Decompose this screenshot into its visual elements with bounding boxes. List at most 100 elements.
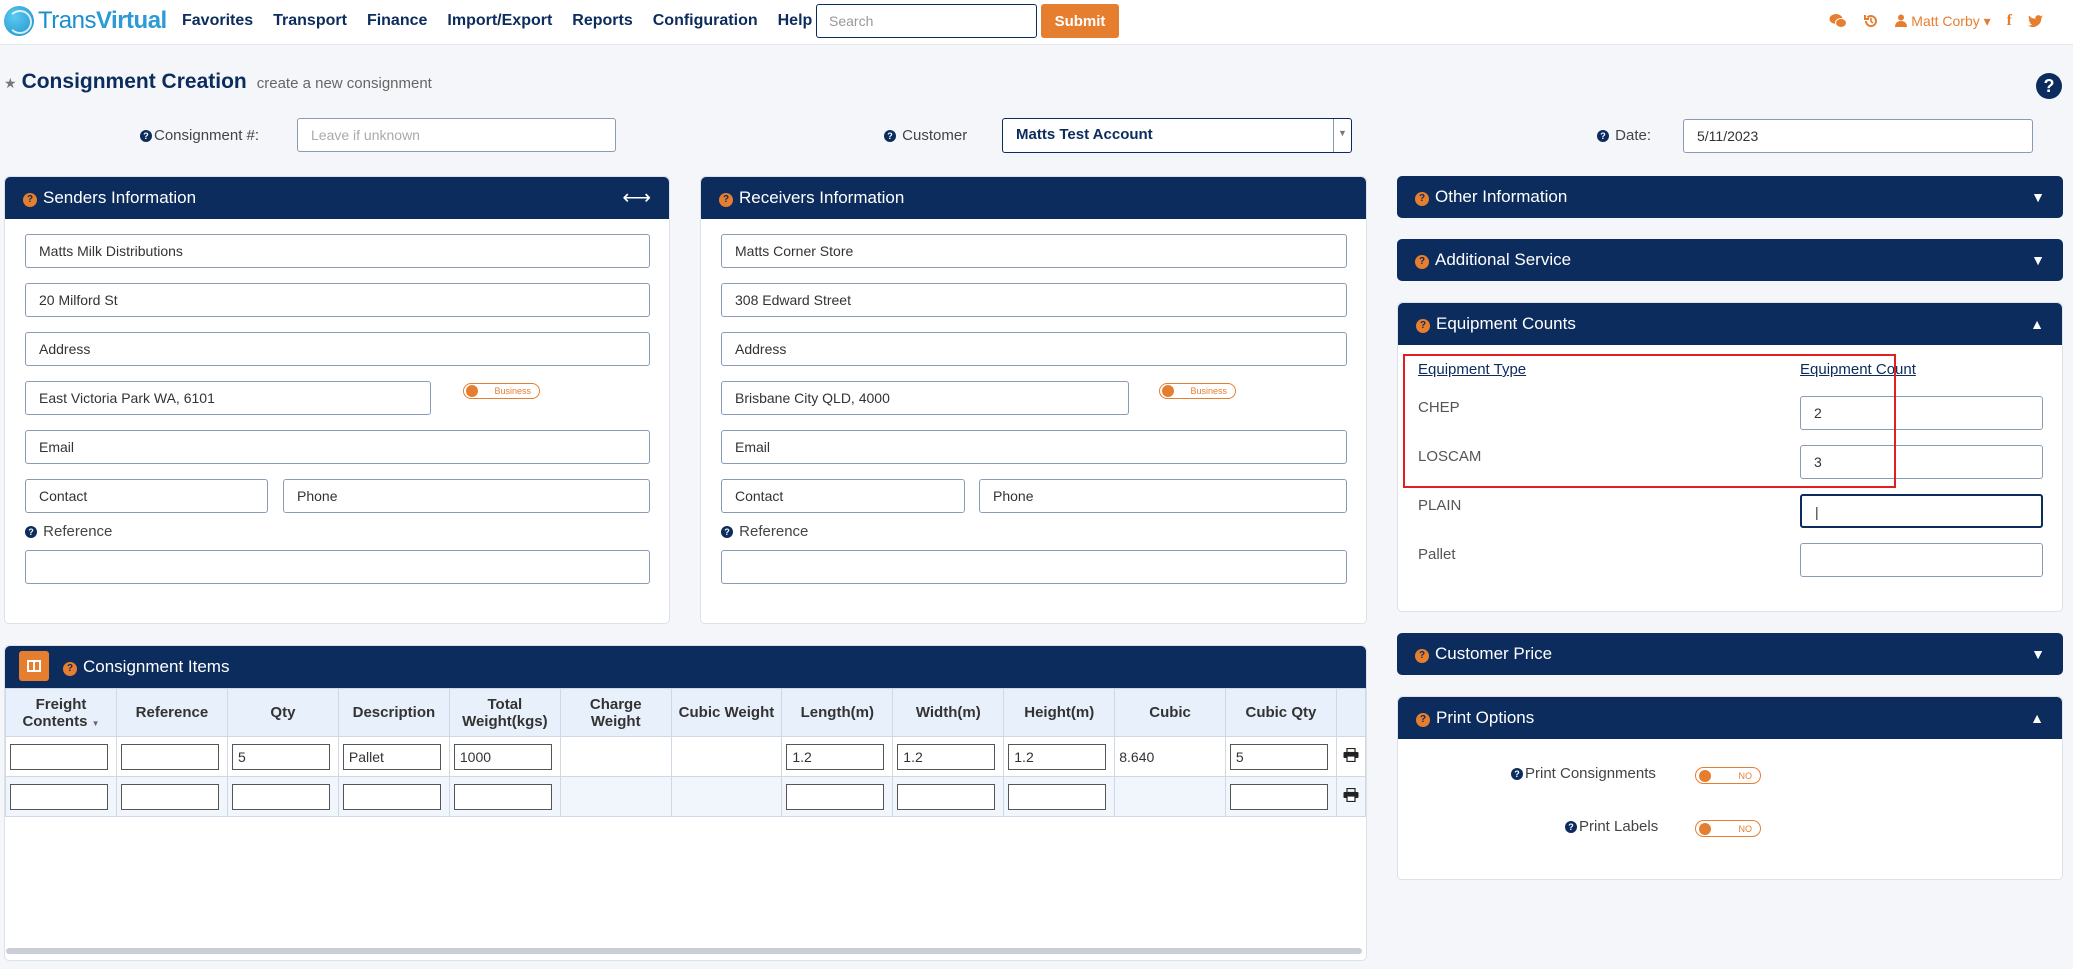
chevron-down-icon[interactable]: ▼ [2031,239,2045,281]
equipment-count-plain[interactable]: | [1800,494,2043,528]
sender-business-toggle[interactable]: Business [463,383,540,399]
weight-input[interactable] [453,783,552,810]
nav-reports[interactable]: Reports [572,12,632,30]
help-icon[interactable]: ? [1597,130,1609,142]
additional-service-panel[interactable]: ? Additional Service ▼ [1397,239,2063,281]
qty-input[interactable] [231,783,330,810]
description-input[interactable] [342,783,441,810]
help-icon[interactable]: ? [2036,73,2062,99]
submit-button[interactable]: Submit [1041,4,1119,38]
equipment-counts-header[interactable]: ? Equipment Counts ▲ [1398,303,2062,345]
col-cubic-weight[interactable]: Cubic Weight [670,688,783,737]
sender-name-input[interactable]: Matts Milk Distributions [25,234,650,268]
receiver-email-input[interactable]: Email [721,430,1347,464]
col-total-weight[interactable]: Total Weight(kgs) [448,688,561,737]
sender-address-input[interactable]: Address [25,332,650,366]
freight-input[interactable] [10,743,108,770]
facebook-icon[interactable]: f [2007,12,2012,30]
search-input[interactable]: Search [816,4,1037,38]
length-input[interactable]: 1.2 [786,743,885,770]
help-icon[interactable]: ? [1415,192,1429,206]
chevron-up-icon[interactable]: ▲ [2030,697,2044,739]
reference-input[interactable] [120,743,219,770]
col-cubic[interactable]: Cubic [1114,688,1226,737]
sender-street-input[interactable]: 20 Milford St [25,283,650,317]
description-input[interactable]: Pallet [342,743,441,770]
col-height[interactable]: Height(m) [1003,688,1116,737]
transvirtual-logo[interactable]: TransVirtual [4,6,167,36]
expand-horizontal-icon[interactable]: ⟷ [622,177,651,219]
other-information-panel[interactable]: ? Other Information ▼ [1397,176,2063,218]
width-input[interactable] [897,783,996,810]
chevron-down-icon[interactable]: ▼ [2031,176,2045,218]
columns-toggle-icon[interactable] [19,650,49,681]
customer-price-panel[interactable]: ? Customer Price ▼ [1397,633,2063,675]
nav-help[interactable]: Help [778,12,813,30]
col-cubic-qty[interactable]: Cubic Qty [1224,688,1337,737]
col-freight-contents[interactable]: Freight Contents ▼ [5,688,117,737]
reference-input[interactable] [120,783,219,810]
receiver-name-input[interactable]: Matts Corner Store [721,234,1347,268]
chevron-up-icon[interactable]: ▲ [2030,303,2044,345]
receiver-suburb-input[interactable]: Brisbane City QLD, 4000 [721,381,1129,415]
nav-transport[interactable]: Transport [273,12,347,30]
printer-icon[interactable] [1343,747,1359,763]
col-width[interactable]: Width(m) [892,688,1005,737]
printer-icon[interactable] [1343,787,1359,803]
cubic-qty-input[interactable]: 5 [1229,743,1328,770]
help-icon[interactable]: ? [1415,255,1429,269]
cubic-qty-input[interactable] [1229,783,1328,810]
help-icon[interactable]: ? [1511,768,1523,780]
chevron-down-icon[interactable]: ▼ [2031,633,2045,675]
customer-select[interactable]: Matts Test Account ▼ [1002,118,1352,153]
print-consignments-toggle[interactable]: NO [1695,767,1761,784]
consignment-number-input[interactable]: Leave if unknown [297,118,616,152]
user-menu[interactable]: Matt Corby ▾ [1895,13,1991,30]
freight-input[interactable] [10,783,108,810]
receiver-address-input[interactable]: Address [721,332,1347,366]
equipment-count-pallet[interactable] [1800,543,2043,577]
receiver-street-input[interactable]: 308 Edward Street [721,283,1347,317]
length-input[interactable] [786,783,885,810]
help-icon[interactable]: ? [140,130,152,142]
chat-icon[interactable] [1829,13,1848,29]
help-icon[interactable]: ? [884,130,896,142]
col-qty[interactable]: Qty [226,688,339,737]
col-description[interactable]: Description [337,688,450,737]
receiver-reference-input[interactable] [721,550,1347,584]
other-information-header[interactable]: ? Other Information ▼ [1397,176,2063,218]
help-icon[interactable]: ? [1416,319,1430,333]
receiver-contact-input[interactable]: Contact [721,479,965,513]
weight-input[interactable]: 1000 [453,743,552,770]
nav-import-export[interactable]: Import/Export [447,12,552,30]
nav-configuration[interactable]: Configuration [653,12,758,30]
help-icon[interactable]: ? [25,526,37,538]
horizontal-scrollbar[interactable] [6,948,1362,954]
help-icon[interactable]: ? [721,526,733,538]
height-input[interactable]: 1.2 [1008,743,1107,770]
help-icon[interactable]: ? [719,193,733,207]
help-icon[interactable]: ? [63,662,77,676]
sender-phone-input[interactable]: Phone [283,479,650,513]
col-reference[interactable]: Reference [115,688,228,737]
additional-service-header[interactable]: ? Additional Service ▼ [1397,239,2063,281]
customer-price-header[interactable]: ? Customer Price ▼ [1397,633,2063,675]
receiver-business-toggle[interactable]: Business [1159,383,1236,399]
width-input[interactable]: 1.2 [897,743,996,770]
history-icon[interactable] [1863,13,1879,29]
receiver-phone-input[interactable]: Phone [979,479,1347,513]
help-icon[interactable]: ? [1415,649,1429,663]
col-charge-weight[interactable]: Charge Weight [559,688,672,737]
sender-reference-input[interactable] [25,550,650,584]
date-input[interactable]: 5/11/2023 [1683,119,2033,153]
print-options-header[interactable]: ? Print Options ▲ [1398,697,2062,739]
star-icon[interactable]: ★ [4,75,17,92]
height-input[interactable] [1008,783,1107,810]
help-icon[interactable]: ? [23,193,37,207]
sender-contact-input[interactable]: Contact [25,479,268,513]
twitter-icon[interactable] [2028,14,2043,28]
help-icon[interactable]: ? [1416,713,1430,727]
help-icon[interactable]: ? [1565,821,1577,833]
print-labels-toggle[interactable]: NO [1695,820,1761,837]
sender-suburb-input[interactable]: East Victoria Park WA, 6101 [25,381,431,415]
